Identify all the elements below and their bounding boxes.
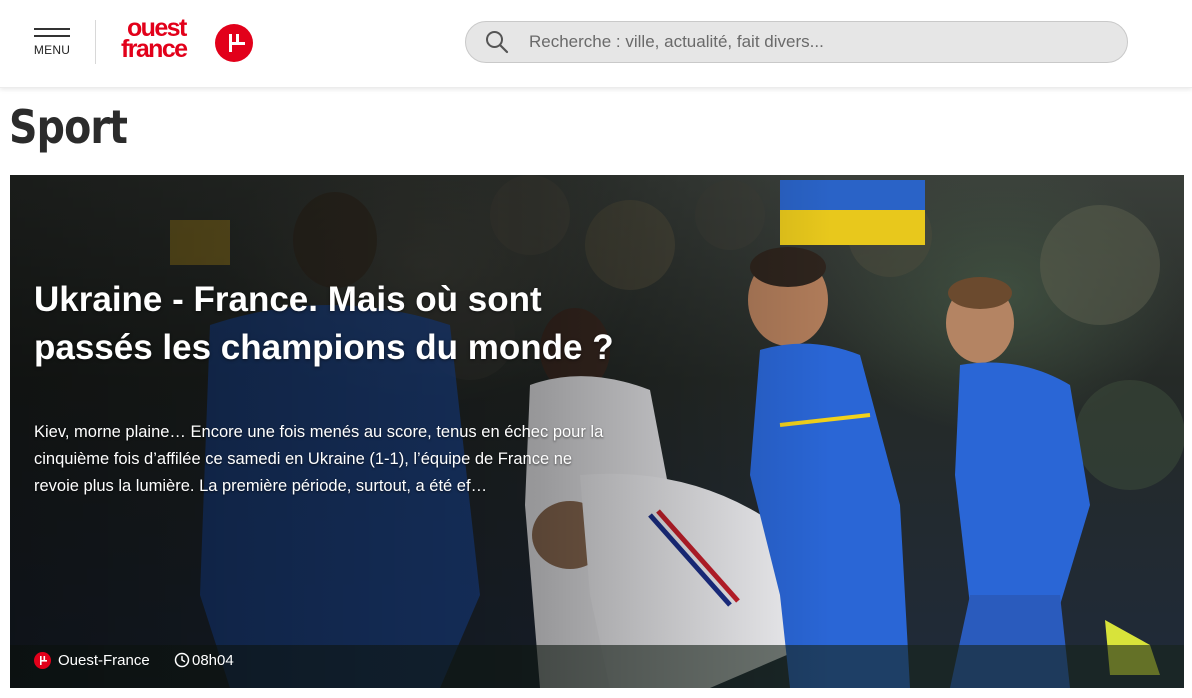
hamburger-icon-line [34, 35, 70, 37]
logo-wordmark: ouest france [121, 16, 188, 63]
page-title: Sport [9, 100, 128, 154]
hero-summary: Kiev, morne plaine… Encore une fois mené… [34, 423, 604, 495]
ouest-france-logo-icon [34, 652, 51, 669]
hamburger-icon [34, 28, 70, 30]
menu-label: MENU [33, 43, 71, 57]
search-input[interactable] [529, 22, 1109, 62]
article-time: 08h04 [192, 652, 234, 669]
logo-line-2: france [121, 35, 188, 63]
header-divider [95, 20, 96, 64]
menu-button[interactable]: MENU [32, 26, 72, 60]
clock-icon [174, 652, 190, 668]
search-icon[interactable] [484, 29, 510, 55]
article-source: Ouest-France [58, 652, 150, 669]
search-bar[interactable] [465, 21, 1128, 63]
hero-article-card[interactable]: Ukraine - France. Mais où sont passés le… [10, 175, 1184, 688]
ouest-france-logo[interactable]: ouest france [121, 16, 255, 68]
hero-title-link[interactable]: Ukraine - France. Mais où sont passés le… [34, 276, 614, 372]
site-header: MENU ouest france [0, 0, 1192, 88]
logo-emblem-icon [215, 24, 253, 62]
